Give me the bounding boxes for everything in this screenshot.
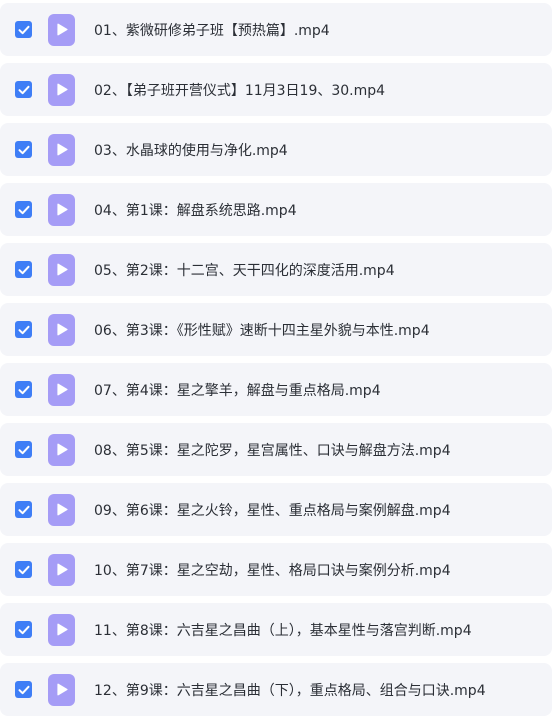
checkmark-icon bbox=[18, 25, 29, 34]
file-name: 01、紫微研修弟子班【预热篇】.mp4 bbox=[94, 22, 330, 39]
file-row[interactable]: 07、第4课：星之擎羊，解盘与重点格局.mp4 bbox=[0, 363, 552, 416]
file-row[interactable]: 12、第9课：六吉星之昌曲（下），重点格局、组合与口诀.mp4 bbox=[0, 663, 552, 716]
file-name: 12、第9课：六吉星之昌曲（下），重点格局、组合与口诀.mp4 bbox=[94, 682, 486, 699]
video-file-icon bbox=[48, 673, 75, 706]
play-icon bbox=[57, 563, 68, 576]
file-name: 07、第4课：星之擎羊，解盘与重点格局.mp4 bbox=[94, 382, 381, 399]
video-file-icon bbox=[48, 73, 75, 106]
play-icon bbox=[57, 443, 68, 456]
play-icon bbox=[57, 383, 68, 396]
row-checkbox[interactable] bbox=[15, 441, 32, 458]
row-checkbox[interactable] bbox=[15, 501, 32, 518]
file-row[interactable]: 06、第3课：《形性赋》速断十四主星外貌与本性.mp4 bbox=[0, 303, 552, 356]
row-checkbox[interactable] bbox=[15, 321, 32, 338]
row-checkbox[interactable] bbox=[15, 381, 32, 398]
file-name: 03、水晶球的使用与净化.mp4 bbox=[94, 142, 288, 159]
file-name: 06、第3课：《形性赋》速断十四主星外貌与本性.mp4 bbox=[94, 322, 430, 339]
video-file-icon bbox=[48, 133, 75, 166]
file-name: 10、第7课：星之空劫，星性、格局口诀与案例分析.mp4 bbox=[94, 562, 451, 579]
row-checkbox[interactable] bbox=[15, 561, 32, 578]
file-name: 05、第2课：十二宫、天干四化的深度活用.mp4 bbox=[94, 262, 395, 279]
play-icon bbox=[57, 623, 68, 636]
row-checkbox[interactable] bbox=[15, 621, 32, 638]
row-checkbox[interactable] bbox=[15, 141, 32, 158]
file-row[interactable]: 11、第8课：六吉星之昌曲（上），基本星性与落宫判断.mp4 bbox=[0, 603, 552, 656]
video-file-icon bbox=[48, 193, 75, 226]
file-row[interactable]: 02、【弟子班开营仪式】11月3日19、30.mp4 bbox=[0, 63, 552, 116]
checkmark-icon bbox=[18, 445, 29, 454]
play-icon bbox=[57, 143, 68, 156]
checkmark-icon bbox=[18, 265, 29, 274]
file-name: 11、第8课：六吉星之昌曲（上），基本星性与落宫判断.mp4 bbox=[94, 622, 472, 639]
checkmark-icon bbox=[18, 505, 29, 514]
video-file-icon bbox=[48, 373, 75, 406]
checkmark-icon bbox=[18, 565, 29, 574]
row-checkbox[interactable] bbox=[15, 681, 32, 698]
video-file-icon bbox=[48, 13, 75, 46]
video-file-icon bbox=[48, 433, 75, 466]
play-icon bbox=[57, 323, 68, 336]
checkmark-icon bbox=[18, 325, 29, 334]
checkmark-icon bbox=[18, 85, 29, 94]
checkmark-icon bbox=[18, 625, 29, 634]
row-checkbox[interactable] bbox=[15, 81, 32, 98]
row-checkbox[interactable] bbox=[15, 261, 32, 278]
file-name: 02、【弟子班开营仪式】11月3日19、30.mp4 bbox=[94, 82, 386, 99]
file-row[interactable]: 09、第6课：星之火铃，星性、重点格局与案例解盘.mp4 bbox=[0, 483, 552, 536]
file-row[interactable]: 05、第2课：十二宫、天干四化的深度活用.mp4 bbox=[0, 243, 552, 296]
video-file-icon bbox=[48, 313, 75, 346]
file-name: 08、第5课：星之陀罗，星宫属性、口诀与解盘方法.mp4 bbox=[94, 442, 451, 459]
video-file-icon bbox=[48, 613, 75, 646]
row-checkbox[interactable] bbox=[15, 201, 32, 218]
file-row[interactable]: 10、第7课：星之空劫，星性、格局口诀与案例分析.mp4 bbox=[0, 543, 552, 596]
file-row[interactable]: 01、紫微研修弟子班【预热篇】.mp4 bbox=[0, 3, 552, 56]
checkmark-icon bbox=[18, 145, 29, 154]
file-list: 01、紫微研修弟子班【预热篇】.mp4 02、【弟子班开营仪式】11月3日19、3… bbox=[0, 0, 556, 720]
play-icon bbox=[57, 23, 68, 36]
file-name: 09、第6课：星之火铃，星性、重点格局与案例解盘.mp4 bbox=[94, 502, 451, 519]
checkmark-icon bbox=[18, 385, 29, 394]
play-icon bbox=[57, 263, 68, 276]
checkmark-icon bbox=[18, 205, 29, 214]
play-icon bbox=[57, 503, 68, 516]
play-icon bbox=[57, 203, 68, 216]
video-file-icon bbox=[48, 553, 75, 586]
file-row[interactable]: 03、水晶球的使用与净化.mp4 bbox=[0, 123, 552, 176]
play-icon bbox=[57, 683, 68, 696]
file-row[interactable]: 08、第5课：星之陀罗，星宫属性、口诀与解盘方法.mp4 bbox=[0, 423, 552, 476]
video-file-icon bbox=[48, 253, 75, 286]
file-name: 04、第1课：解盘系统思路.mp4 bbox=[94, 202, 297, 219]
checkmark-icon bbox=[18, 685, 29, 694]
file-row[interactable]: 04、第1课：解盘系统思路.mp4 bbox=[0, 183, 552, 236]
row-checkbox[interactable] bbox=[15, 21, 32, 38]
video-file-icon bbox=[48, 493, 75, 526]
play-icon bbox=[57, 83, 68, 96]
